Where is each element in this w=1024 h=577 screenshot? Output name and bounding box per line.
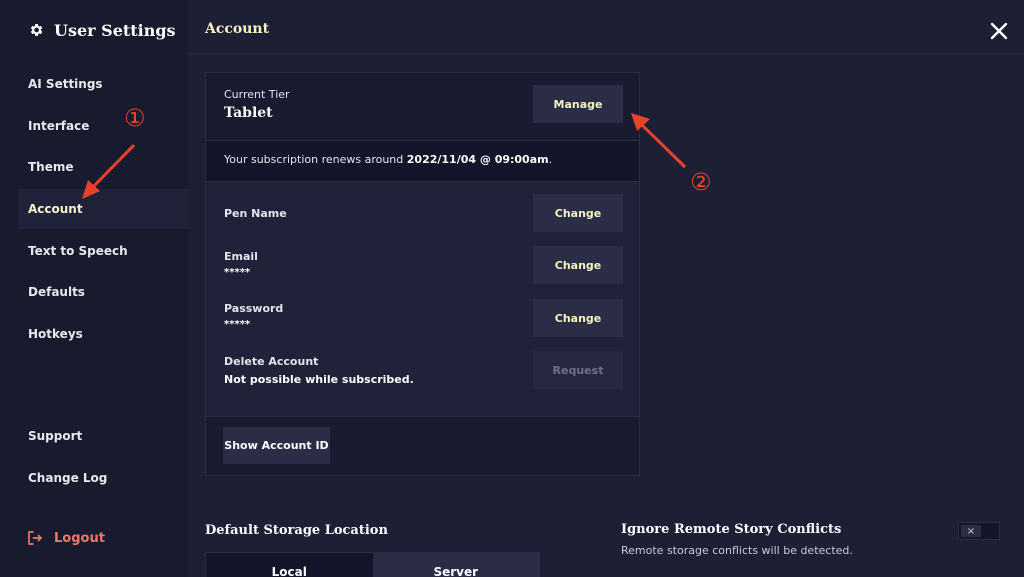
storage-option-local[interactable]: Local [206, 553, 373, 577]
account-card: Current Tier Tablet Manage Your subscrip… [205, 72, 640, 476]
renewal-date: 2022/11/04 @ 09:00am [406, 153, 549, 166]
gear-icon [30, 24, 43, 36]
renewal-prefix: Your subscription renews around [224, 153, 407, 166]
sidebar-item-support[interactable]: Support [18, 416, 188, 456]
sidebar-header: User Settings [28, 18, 176, 42]
logout-button[interactable]: Logout [26, 526, 105, 550]
sidebar-item-interface[interactable]: Interface [18, 106, 188, 146]
delete-account-note: Not possible while subscribed. [224, 373, 414, 386]
annotation-marker-2: ② [690, 168, 712, 196]
change-password-button[interactable]: Change [533, 299, 623, 337]
toggle-off-icon: × [961, 525, 981, 537]
password-value: ***** [224, 319, 251, 330]
show-account-id-button[interactable]: Show Account ID [223, 427, 330, 464]
change-pen-name-button[interactable]: Change [533, 194, 623, 232]
conflicts-description: Remote storage conflicts will be detecte… [621, 544, 853, 557]
renewal-suffix: . [548, 153, 553, 166]
request-delete-button: Request [533, 351, 623, 389]
email-label: Email [224, 250, 258, 263]
manage-button[interactable]: Manage [533, 85, 623, 123]
tier-value: Tablet [224, 105, 273, 121]
pen-name-label: Pen Name [224, 207, 287, 220]
header-divider [188, 53, 1024, 54]
tier-label: Current Tier [224, 88, 290, 101]
change-email-button[interactable]: Change [533, 246, 623, 284]
annotation-marker-1: ① [124, 104, 146, 132]
renewal-text: Your subscription renews around 2022/11/… [224, 153, 552, 166]
logout-icon [28, 531, 43, 545]
sidebar-item-change-log[interactable]: Change Log [18, 458, 188, 498]
sidebar-item-hotkeys[interactable]: Hotkeys [18, 314, 188, 354]
sidebar-item-theme[interactable]: Theme [18, 147, 188, 187]
sidebar-item-defaults[interactable]: Defaults [18, 272, 188, 312]
conflicts-toggle[interactable]: × [958, 522, 1000, 540]
logout-label: Logout [54, 530, 105, 546]
sidebar-item-ai-settings[interactable]: AI Settings [18, 64, 188, 104]
storage-title: Default Storage Location [205, 523, 388, 538]
delete-account-label: Delete Account [224, 355, 319, 368]
storage-option-server[interactable]: Server [372, 553, 539, 577]
page-title: Account [205, 21, 270, 37]
sidebar-item-text-to-speech[interactable]: Text to Speech [18, 231, 188, 271]
sidebar-title: User Settings [54, 20, 176, 40]
email-value: ***** [224, 267, 251, 278]
conflicts-title: Ignore Remote Story Conflicts [621, 522, 842, 537]
password-label: Password [224, 302, 284, 315]
sidebar: User Settings AI Settings Interface Them… [0, 0, 188, 577]
sidebar-item-account[interactable]: Account [18, 189, 188, 229]
storage-location-selector: Local Server [205, 552, 540, 577]
close-icon[interactable] [988, 20, 1010, 42]
